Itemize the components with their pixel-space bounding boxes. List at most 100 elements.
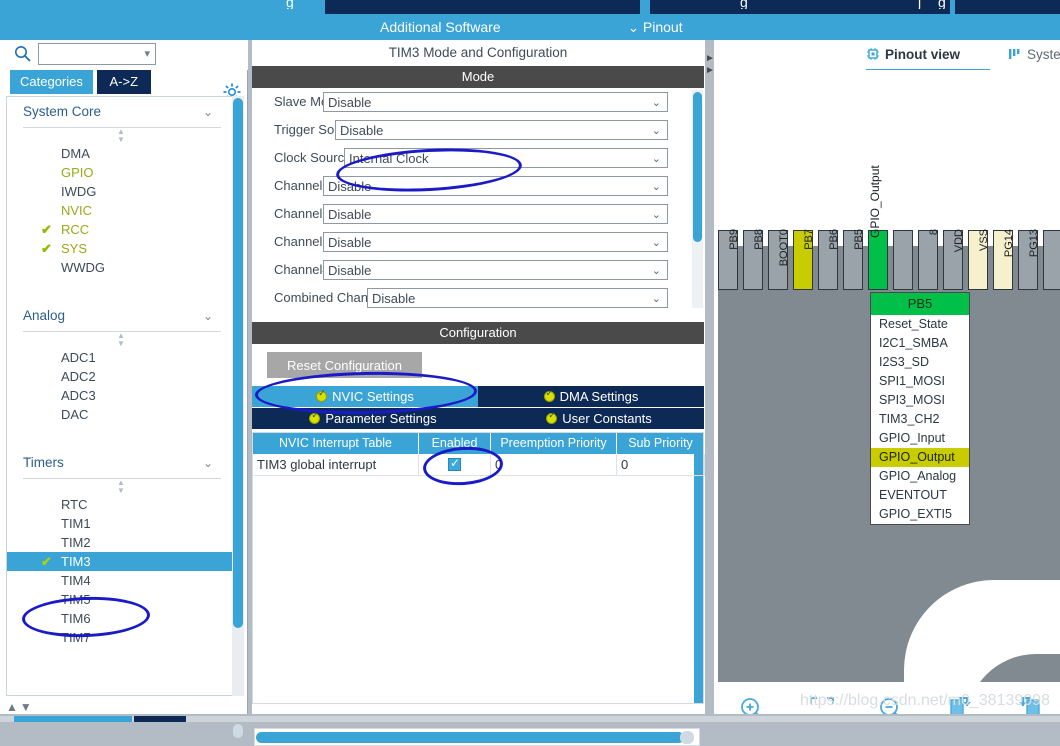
- tree-scroll-spinner[interactable]: ▲ ▼: [7, 128, 235, 144]
- chevron-down-icon[interactable]: ⌄: [652, 233, 661, 253]
- tree-scroll-spinner[interactable]: ▲ ▼: [7, 332, 235, 348]
- sidebar-item-adc1[interactable]: ADC1: [7, 348, 235, 367]
- zoom-in-icon[interactable]: [732, 694, 772, 714]
- sidebar-scroll-arrows[interactable]: ▲▼: [6, 700, 66, 716]
- sidebar-item-tim4[interactable]: TIM4: [7, 571, 235, 590]
- enabled-cell[interactable]: [419, 454, 491, 476]
- chevron-down-icon[interactable]: ⌄: [652, 289, 661, 309]
- sidebar-item-rcc[interactable]: ✔ RCC: [7, 220, 235, 239]
- tree-scrollbar-thumb-end[interactable]: [233, 724, 243, 738]
- sidebar-item-tim7[interactable]: TIM7: [7, 628, 235, 647]
- tab-additional-software[interactable]: Additional Software: [380, 14, 501, 40]
- pin-menu-item-spi3_mosi[interactable]: SPI3_MOSI: [871, 391, 969, 410]
- tab-user-constants[interactable]: User Constants: [494, 408, 704, 429]
- top-cut-off-strip: g g j g: [0, 0, 1060, 14]
- divider-expand-icon[interactable]: ►: [705, 66, 715, 76]
- chevron-down-icon[interactable]: ⌄: [203, 448, 213, 478]
- reset-configuration-button[interactable]: Reset Configuration: [267, 352, 422, 378]
- tree-scroll-spinner[interactable]: ▲ ▼: [7, 479, 235, 495]
- mid-hscrollbar-thumb[interactable]: [256, 732, 684, 743]
- chevron-down-icon[interactable]: ⌄: [652, 93, 661, 113]
- sidebar-item-rtc[interactable]: RTC: [7, 495, 235, 514]
- sidebar-item-sys[interactable]: ✔ SYS: [7, 239, 235, 258]
- field-combo-channel1[interactable]: Disable ⌄: [323, 176, 668, 196]
- mode-scrollbar-thumb[interactable]: [693, 92, 702, 242]
- chevron-down-icon[interactable]: ▾: [144, 47, 150, 60]
- sidebar-item-nvic[interactable]: NVIC: [7, 201, 235, 220]
- divider-collapse-icon[interactable]: ►: [705, 54, 715, 64]
- mode-fields-container: Slave Mode Disable ⌄ Trigger Source Disable ⌄…: [252, 88, 704, 310]
- pin-menu-item-gpio_output[interactable]: GPIO_Output: [871, 448, 969, 467]
- pin-menu-item-gpio_analog[interactable]: GPIO_Analog: [871, 467, 969, 486]
- tab-a-to-z[interactable]: A->Z: [96, 70, 152, 94]
- tab-pinout[interactable]: ⌄ Pinout: [628, 14, 683, 40]
- sidebar-item-tim3[interactable]: ✔ TIM3: [7, 552, 235, 571]
- tab-dma-settings[interactable]: DMA Settings: [478, 386, 704, 407]
- chevron-down-icon[interactable]: ⌄: [203, 97, 213, 127]
- tree-group-header[interactable]: System Core ⌄: [7, 97, 235, 127]
- tree-scrollbar-thumb[interactable]: [233, 98, 243, 628]
- sidebar-item-tim2[interactable]: TIM2: [7, 533, 235, 552]
- sidebar-item-tim6[interactable]: TIM6: [7, 609, 235, 628]
- tab-system-view[interactable]: Syste: [1008, 43, 1060, 67]
- field-combo-channel3[interactable]: Disable ⌄: [323, 232, 668, 252]
- chevron-down-icon[interactable]: ⌄: [652, 205, 661, 225]
- sidebar-item-tim1[interactable]: TIM1: [7, 514, 235, 533]
- chevron-down-icon[interactable]: ⌄: [652, 177, 661, 197]
- table-header-row: NVIC Interrupt Table Enabled Preemption Pr…: [253, 433, 705, 454]
- table-column-header[interactable]: Preemption Priority: [491, 433, 617, 454]
- pin-menu-item-i2s3_sd[interactable]: I2S3_SD: [871, 353, 969, 372]
- field-combo-combined-channels[interactable]: Disable ⌄: [367, 288, 668, 308]
- table-column-header[interactable]: NVIC Interrupt Table: [253, 433, 419, 454]
- tab-parameter-settings[interactable]: Parameter Settings: [252, 408, 494, 429]
- enabled-checkbox[interactable]: [448, 455, 461, 471]
- chip-pin-pb5[interactable]: PB5: [853, 229, 888, 290]
- field-combo-channel4[interactable]: Disable ⌄: [323, 260, 668, 280]
- search-combo[interactable]: ▾: [38, 43, 156, 65]
- top-strip-fragment-2: g: [740, 0, 748, 9]
- pin-menu-item-tim3_ch2[interactable]: TIM3_CH2: [871, 410, 969, 429]
- chevron-down-icon[interactable]: ⌄: [203, 301, 213, 331]
- tab-pinout-view[interactable]: Pinout view: [866, 43, 960, 67]
- field-combo-clock-source[interactable]: Internal Clock ⌄: [344, 148, 668, 168]
- sidebar-item-dma[interactable]: DMA: [7, 144, 235, 163]
- panel-divider[interactable]: ► ►: [705, 40, 715, 714]
- table-column-header[interactable]: Sub Priority: [617, 433, 705, 454]
- chevron-down-icon[interactable]: ⌄: [652, 261, 661, 281]
- sidebar-item-wwdg[interactable]: WWDG: [7, 258, 235, 277]
- chip-canvas[interactable]: PE0 PB9 PB8 BOOT0 PB7 PB6 PB5 8 VDD VSS PG14 PG13 G…: [714, 70, 1060, 682]
- preemption-priority-cell[interactable]: 0: [491, 454, 617, 476]
- sidebar-item-gpio[interactable]: GPIO: [7, 163, 235, 182]
- sidebar-item-label: SYS: [61, 241, 88, 256]
- tab-system-view-label: Syste: [1027, 47, 1060, 62]
- chevron-down-icon[interactable]: ⌄: [652, 149, 661, 169]
- tree-group-header[interactable]: Analog ⌄: [7, 301, 235, 331]
- pin-menu-item-gpio_exti5[interactable]: GPIO_EXTI5: [871, 505, 969, 524]
- pin-menu-item-reset_state[interactable]: Reset_State: [871, 315, 969, 334]
- pin-menu-item-i2c1_smba[interactable]: I2C1_SMBA: [871, 334, 969, 353]
- tree-group-header[interactable]: Timers ⌄: [7, 448, 235, 478]
- sidebar-item-iwdg[interactable]: IWDG: [7, 182, 235, 201]
- pin-menu-item-eventout[interactable]: EVENTOUT: [871, 486, 969, 505]
- sub-priority-cell[interactable]: 0: [617, 454, 705, 476]
- nvic-table-scrollbar[interactable]: [694, 454, 703, 703]
- pin-menu-item-spi1_mosi[interactable]: SPI1_MOSI: [871, 372, 969, 391]
- sidebar-item-dac[interactable]: DAC: [7, 405, 235, 424]
- chevron-down-icon[interactable]: ⌄: [652, 121, 661, 141]
- tab-nvic-settings[interactable]: NVIC Settings: [252, 386, 478, 407]
- field-combo-slave-mode[interactable]: Disable ⌄: [323, 92, 668, 112]
- chip-pin-pg13[interactable]: PG13: [1028, 229, 1060, 290]
- chip-pin[interactable]: [893, 230, 913, 290]
- tab-label: NVIC Settings: [332, 389, 414, 404]
- sidebar-item-tim5[interactable]: TIM5: [7, 590, 235, 609]
- sidebar-item-adc2[interactable]: ADC2: [7, 367, 235, 386]
- mid-hscrollbar-cap[interactable]: [680, 731, 694, 744]
- table-column-header[interactable]: Enabled: [419, 433, 491, 454]
- table-row[interactable]: TIM3 global interrupt 00: [253, 454, 705, 476]
- sidebar-item-adc3[interactable]: ADC3: [7, 386, 235, 405]
- search-input[interactable]: [42, 46, 138, 62]
- pin-menu-item-gpio_input[interactable]: GPIO_Input: [871, 429, 969, 448]
- field-combo-trigger-source[interactable]: Disable ⌄: [335, 120, 668, 140]
- tab-categories[interactable]: Categories: [10, 70, 93, 94]
- field-combo-channel2[interactable]: Disable ⌄: [323, 204, 668, 224]
